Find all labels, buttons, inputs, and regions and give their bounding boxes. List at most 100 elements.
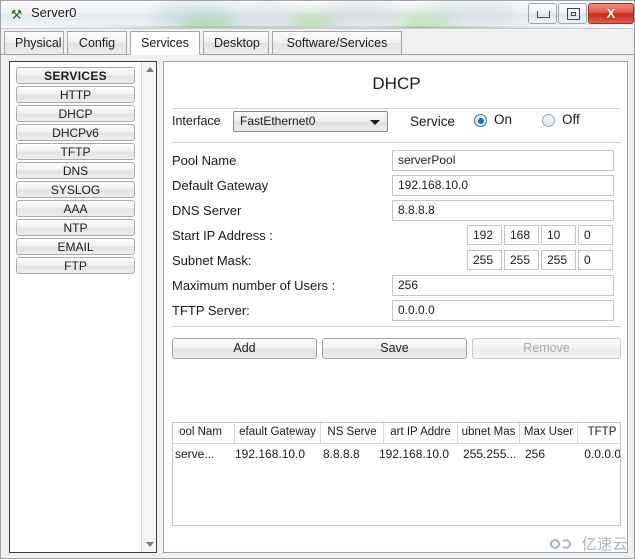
cell-pool-name: serve...: [175, 447, 215, 461]
window-title-bar: ⚒ Server0 X: [1, 1, 634, 29]
sidebar-item-ntp[interactable]: NTP: [16, 219, 135, 236]
start-ip-octet-4-value: 0: [584, 228, 591, 242]
default-gateway-label: Default Gateway: [172, 178, 269, 193]
divider-under-interface: [172, 142, 621, 143]
subnet-mask-octet-1-value: 255: [473, 253, 494, 267]
default-gateway-input[interactable]: 192.168.10.0: [392, 175, 614, 196]
cell-start-ip: 192.168.10.0: [379, 447, 450, 461]
tab-config[interactable]: Config: [67, 31, 127, 55]
subnet-mask-label: Subnet Mask:: [172, 253, 252, 268]
service-label: Service: [410, 114, 456, 129]
start-ip-address-label: Start IP Address :: [172, 228, 273, 243]
subnet-mask-octet-3-value: 255: [547, 253, 568, 267]
table-header-subnet-mask: ubnet Mas: [458, 423, 520, 443]
start-ip-octet-2-value: 168: [510, 228, 531, 242]
divider-above-buttons: [172, 326, 621, 327]
close-icon: X: [606, 6, 616, 21]
table-header-dns-server: NS Serve: [321, 423, 384, 443]
sidebar-item-dhcpv6[interactable]: DHCPv6: [16, 124, 135, 141]
start-ip-octet-3-value: 10: [547, 228, 561, 242]
save-button[interactable]: Save: [322, 338, 467, 359]
sidebar-item-http[interactable]: HTTP: [16, 86, 135, 103]
max-users-value: 256: [398, 278, 419, 292]
server0-window: ⚒ Server0 X Physical Config Services Des…: [0, 0, 635, 559]
service-off-label: Off: [562, 112, 580, 127]
max-users-label: Maximum number of Users :: [172, 278, 336, 293]
close-button[interactable]: X: [588, 3, 634, 24]
pool-name-input[interactable]: serverPool: [392, 150, 614, 171]
sidebar-item-dhcp[interactable]: DHCP: [16, 105, 135, 122]
maximize-button[interactable]: [558, 3, 587, 24]
sidebar-vertical-scrollbar[interactable]: [141, 62, 156, 552]
add-button[interactable]: Add: [172, 338, 317, 359]
interface-label: Interface: [172, 114, 221, 128]
chevron-down-icon: [370, 120, 380, 125]
sidebar-header-services: SERVICES: [16, 67, 135, 84]
subnet-mask-octet-3[interactable]: 255: [541, 250, 576, 270]
subnet-mask-octet-1[interactable]: 255: [467, 250, 502, 270]
sidebar-item-email[interactable]: EMAIL: [16, 238, 135, 255]
divider-top: [172, 108, 621, 109]
tftp-server-label: TFTP Server:: [172, 303, 250, 318]
tftp-server-input[interactable]: 0.0.0.0: [392, 300, 614, 321]
cell-dns-server: 8.8.8.8: [323, 447, 360, 461]
tab-software-services[interactable]: Software/Services: [272, 31, 402, 55]
server-device-icon: ⚒: [10, 7, 23, 22]
subnet-mask-octet-2-value: 255: [510, 253, 531, 267]
interface-select[interactable]: FastEthernet0: [233, 111, 388, 132]
radio-selected-icon: [474, 114, 487, 127]
services-sidebar: SERVICES HTTP DHCP DHCPv6 TFTP DNS SYSLO…: [9, 61, 157, 553]
dhcp-pool-table: ool Nam efault Gateway NS Serve art IP A…: [172, 422, 621, 526]
default-gateway-value: 192.168.10.0: [398, 178, 469, 192]
max-users-input[interactable]: 256: [392, 275, 614, 296]
sidebar-item-syslog[interactable]: SYSLOG: [16, 181, 135, 198]
sidebar-item-dns[interactable]: DNS: [16, 162, 135, 179]
dns-server-input[interactable]: 8.8.8.8: [392, 200, 614, 221]
scroll-up-button[interactable]: [142, 62, 156, 77]
start-ip-octet-1[interactable]: 192: [467, 225, 502, 245]
tab-services[interactable]: Services: [130, 31, 200, 55]
subnet-mask-octet-2[interactable]: 255: [504, 250, 539, 270]
services-list: SERVICES HTTP DHCP DHCPv6 TFTP DNS SYSLO…: [10, 62, 141, 276]
tab-strip: Physical Config Services Desktop Softwar…: [1, 29, 634, 55]
window-title: Server0: [31, 5, 77, 20]
cell-default-gateway: 192.168.10.0: [235, 447, 306, 461]
cell-max-user: 256: [525, 447, 546, 461]
cell-subnet-mask: 255.255...: [463, 447, 517, 461]
start-ip-octet-4[interactable]: 0: [578, 225, 613, 245]
tab-physical[interactable]: Physical: [4, 31, 64, 55]
restore-icon: [567, 8, 580, 20]
dns-server-value: 8.8.8.8: [398, 203, 435, 217]
window-controls: X: [527, 3, 634, 25]
page-title: DHCP: [372, 74, 421, 93]
subnet-mask-octet-4[interactable]: 0: [578, 250, 613, 270]
start-ip-octet-3[interactable]: 10: [541, 225, 576, 245]
table-row[interactable]: serve... 192.168.10.0 8.8.8.8 192.168.10…: [173, 444, 620, 466]
minimize-button[interactable]: [528, 3, 557, 24]
table-header-row: ool Nam efault Gateway NS Serve art IP A…: [173, 423, 620, 444]
tftp-server-value: 0.0.0.0: [398, 303, 435, 317]
pool-name-label: Pool Name: [172, 153, 237, 168]
up-arrow-icon: [146, 67, 154, 72]
wallpaper-blur-7: [431, 3, 521, 25]
sidebar-item-aaa[interactable]: AAA: [16, 200, 135, 217]
service-on-label: On: [494, 112, 513, 127]
table-header-pool-name: ool Nam: [173, 423, 235, 443]
pool-name-value: serverPool: [398, 153, 456, 167]
start-ip-octet-1-value: 192: [473, 228, 494, 242]
table-header-start-ip: art IP Addre: [384, 423, 458, 443]
dns-server-label: DNS Server: [172, 203, 242, 218]
scroll-down-button[interactable]: [142, 537, 156, 552]
tab-desktop[interactable]: Desktop: [203, 31, 269, 55]
cell-tftp: 0.0.0.0: [584, 447, 621, 461]
table-header-max-user: Max User: [520, 423, 578, 443]
interface-select-value: FastEthernet0: [240, 114, 316, 128]
sidebar-item-ftp[interactable]: FTP: [16, 257, 135, 274]
minimize-icon: [537, 11, 550, 18]
radio-unselected-icon: [542, 114, 555, 127]
window-content: SERVICES HTTP DHCP DHCPv6 TFTP DNS SYSLO…: [1, 55, 634, 558]
sidebar-item-tftp[interactable]: TFTP: [16, 143, 135, 160]
start-ip-octet-2[interactable]: 168: [504, 225, 539, 245]
remove-button[interactable]: Remove: [472, 338, 621, 359]
subnet-mask-octet-4-value: 0: [584, 253, 591, 267]
